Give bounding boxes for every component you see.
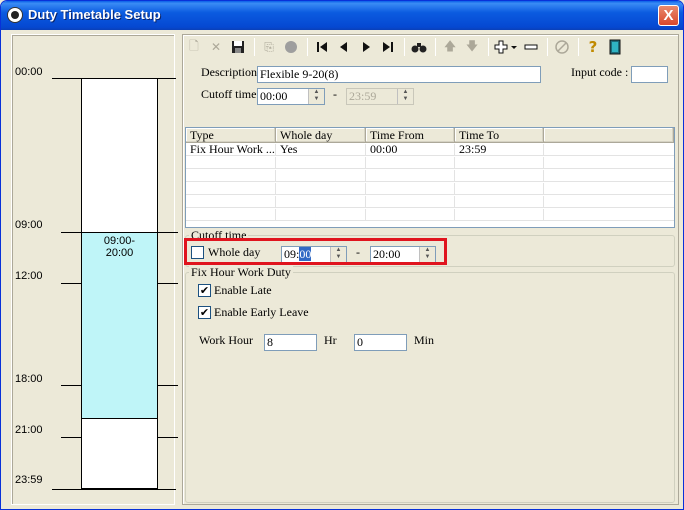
cutoff-to-input: 23:59 ▲ ▼ xyxy=(346,88,414,105)
timeline-label: 12:00 xyxy=(15,270,43,282)
table-row[interactable]: Fix Hour Work ... Yes 00:00 23:59 xyxy=(186,144,674,156)
toolbar-separator xyxy=(488,38,489,56)
timeline-tick xyxy=(158,437,178,438)
highlight-box xyxy=(184,238,447,265)
duty-block[interactable]: 09:00- 20:00 xyxy=(81,232,158,419)
cell-time-to: 23:59 xyxy=(455,144,544,156)
find-icon[interactable] xyxy=(409,37,429,57)
cutoff-dash: - xyxy=(333,87,337,101)
title-bar: Duty Timetable Setup X xyxy=(1,1,683,30)
prev-icon[interactable] xyxy=(334,37,354,57)
hr-label: Hr xyxy=(324,333,337,347)
record-icon[interactable] xyxy=(281,37,301,57)
input-code-field[interactable] xyxy=(631,66,668,83)
next-icon[interactable] xyxy=(356,37,376,57)
remove-icon[interactable] xyxy=(521,37,541,57)
first-icon[interactable] xyxy=(312,37,332,57)
column-header-whole-day[interactable]: Whole day xyxy=(276,128,366,143)
column-header-time-from[interactable]: Time From xyxy=(366,128,455,143)
timeline-label: 18:00 xyxy=(15,373,43,385)
new-icon[interactable]: 🗋 xyxy=(184,37,204,57)
table-row-empty xyxy=(186,209,674,221)
toolbar-separator xyxy=(404,38,405,56)
cutoff-from-value: 00:00 xyxy=(260,89,288,103)
disabled-icon[interactable] xyxy=(552,37,572,57)
column-header-type[interactable]: Type xyxy=(186,128,276,143)
timeline-label: 00:00 xyxy=(15,66,43,78)
column-header-blank xyxy=(544,128,674,143)
last-icon[interactable] xyxy=(378,37,398,57)
table-row-empty xyxy=(186,157,674,169)
toolbar-separator xyxy=(307,38,308,56)
cutoff-from-spinner[interactable]: ▲ ▼ xyxy=(308,89,324,104)
work-hour-input[interactable]: 8 xyxy=(264,334,317,351)
table-row-empty xyxy=(186,183,674,195)
toolbar-separator xyxy=(578,38,579,56)
timeline-bottom-line xyxy=(52,489,176,490)
timeline-label: 21:00 xyxy=(15,424,43,436)
timeline-tick xyxy=(61,437,81,438)
exit-icon[interactable] xyxy=(605,37,625,57)
table-row-empty xyxy=(186,170,674,182)
cutoff-time-label: Cutoff time xyxy=(201,87,257,101)
description-input[interactable]: Flexible 9-20(8) xyxy=(257,66,541,83)
duty-rules-table: Type Whole day Time From Time To Fix Hou… xyxy=(185,127,675,228)
timeline-label: 09:00 xyxy=(15,219,43,231)
up-icon[interactable]: 🡅 xyxy=(440,37,460,57)
toolbar-separator xyxy=(547,38,548,56)
cutoff-from-input[interactable]: 00:00 ▲ ▼ xyxy=(257,88,325,105)
timeline-tick xyxy=(158,232,178,233)
min-label: Min xyxy=(414,333,435,347)
close-button[interactable]: X xyxy=(658,5,679,26)
table-header: Type Whole day Time From Time To xyxy=(186,128,674,143)
enable-late-label: Enable Late xyxy=(214,283,272,297)
timeline-tick xyxy=(158,385,178,386)
app-icon xyxy=(7,7,23,23)
save-icon[interactable] xyxy=(228,37,248,57)
timeline-tick xyxy=(158,283,178,284)
down-icon[interactable]: 🡇 xyxy=(462,37,482,57)
timeline-tick xyxy=(61,232,81,233)
toolbar: 🗋 ✕ ⎘ 🡅 🡇 ? xyxy=(184,36,669,58)
cutoff-to-value: 23:59 xyxy=(349,89,377,103)
help-icon[interactable]: ? xyxy=(583,37,603,57)
work-hour-label: Work Hour xyxy=(199,333,254,347)
cutoff-to-spinner: ▲ ▼ xyxy=(397,89,413,104)
delete-icon[interactable]: ✕ xyxy=(206,37,226,57)
table-row-empty xyxy=(186,196,674,208)
cell-time-from: 00:00 xyxy=(366,144,455,156)
cell-whole-day: Yes xyxy=(276,144,366,156)
column-header-time-to[interactable]: Time To xyxy=(455,128,544,143)
window-title: Duty Timetable Setup xyxy=(28,7,161,22)
enable-late-checkbox[interactable]: ✔ xyxy=(198,284,211,297)
add-icon[interactable] xyxy=(493,37,519,57)
toolbar-separator xyxy=(254,38,255,56)
timeline-label: 23:59 xyxy=(15,474,43,486)
enable-early-leave-label: Enable Early Leave xyxy=(214,305,309,319)
fix-hour-group-title: Fix Hour Work Duty xyxy=(189,265,293,280)
duty-timetable-window: Duty Timetable Setup X 00:00 09:00 12:00… xyxy=(0,0,684,510)
description-label: Description xyxy=(201,65,257,79)
timeline-tick xyxy=(61,283,81,284)
duty-block-label-end: 20:00 xyxy=(105,247,134,259)
timeline-tick xyxy=(61,385,81,386)
work-minute-input[interactable]: 0 xyxy=(354,334,407,351)
input-code-label: Input code : xyxy=(571,65,629,79)
toolbar-separator xyxy=(435,38,436,56)
cell-type: Fix Hour Work ... xyxy=(186,144,276,156)
timeline-panel: 00:00 09:00 12:00 18:00 21:00 23:59 09:0… xyxy=(11,34,178,505)
enable-early-leave-checkbox[interactable]: ✔ xyxy=(198,306,211,319)
duty-block-label-start: 09:00- xyxy=(103,235,136,247)
copy-icon[interactable]: ⎘ xyxy=(259,37,279,57)
